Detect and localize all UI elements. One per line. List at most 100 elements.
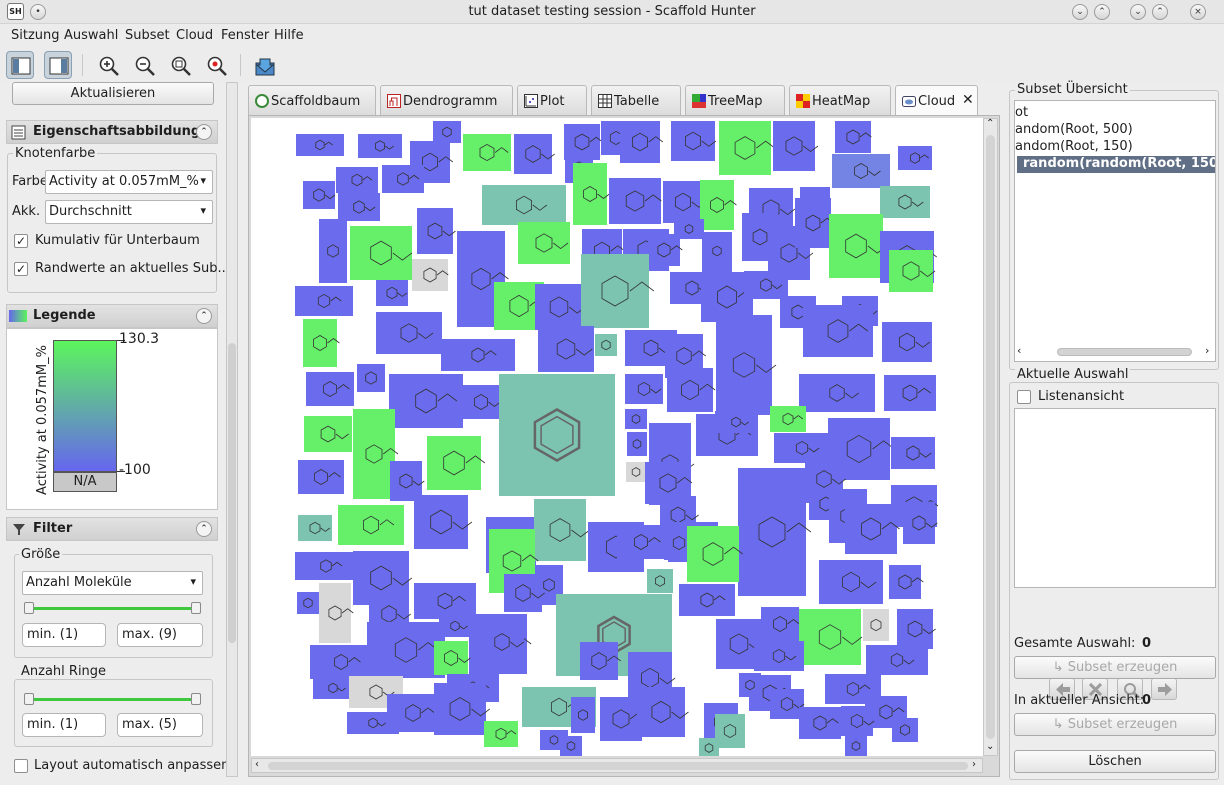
scaffold-node[interactable] xyxy=(687,526,743,582)
menu-sitzung[interactable]: Sitzung xyxy=(11,28,60,43)
tab-treemap[interactable]: TreeMap xyxy=(685,85,785,115)
scaffold-node[interactable] xyxy=(891,437,935,469)
scaffold-node[interactable] xyxy=(663,181,707,223)
collapse-icon[interactable]: ⌃ xyxy=(196,124,212,140)
scaffold-node[interactable] xyxy=(518,222,570,264)
scaffold-node[interactable] xyxy=(627,432,647,456)
edge-values-checkbox[interactable]: ✓ xyxy=(14,262,28,276)
scaffold-node[interactable] xyxy=(367,622,445,678)
scaffold-node[interactable] xyxy=(770,406,806,432)
scaffold-node[interactable] xyxy=(866,645,928,675)
scaffold-node[interactable] xyxy=(433,121,461,143)
scaffold-node[interactable] xyxy=(880,186,930,218)
scaffold-node[interactable] xyxy=(441,339,515,371)
cloud-canvas[interactable] xyxy=(251,118,983,756)
properties-section-header[interactable]: Eigenschaftsabbildung ⌃ xyxy=(6,120,218,144)
scaffold-node[interactable] xyxy=(538,326,594,372)
tab-scaffoldbaum[interactable]: Scaffoldbaum xyxy=(248,85,376,115)
color-select[interactable]: Activity at 0.057mM_% ▾ xyxy=(45,170,213,194)
scaffold-node[interactable] xyxy=(637,687,689,737)
scaffold-node[interactable] xyxy=(799,374,875,412)
scaffold-node[interactable] xyxy=(761,607,800,641)
list-view-checkbox[interactable] xyxy=(1017,390,1031,404)
scaffold-node[interactable] xyxy=(719,121,775,175)
view-split-icon[interactable] xyxy=(44,51,72,79)
scaffold-node[interactable] xyxy=(350,226,413,280)
size-slider-max-handle[interactable] xyxy=(191,602,201,614)
scaffold-node[interactable] xyxy=(706,240,728,262)
selection-list[interactable] xyxy=(1014,408,1216,588)
scaffold-node[interactable] xyxy=(799,609,863,665)
legend-section-header[interactable]: Legende ⌃ xyxy=(6,304,218,328)
scaffold-node[interactable] xyxy=(504,574,545,612)
rings-max-field[interactable]: max. (5) xyxy=(117,713,203,737)
scaffold-node[interactable] xyxy=(414,495,473,549)
scaffold-node[interactable] xyxy=(534,499,590,561)
scaffold-node[interactable] xyxy=(463,134,511,171)
minimize-icon[interactable]: ⌄ xyxy=(1130,4,1146,20)
subset-hscrollbar[interactable]: ‹ › xyxy=(1017,344,1213,359)
keep-above-icon[interactable]: ⌃ xyxy=(1094,4,1110,20)
menu-hilfe[interactable]: Hilfe xyxy=(274,28,304,43)
scaffold-node[interactable] xyxy=(319,583,354,643)
cumulative-checkbox[interactable]: ✓ xyxy=(14,234,28,248)
canvas-horizontal-scrollbar[interactable]: ‹ › xyxy=(251,758,983,773)
acc-select[interactable]: Durchschnitt ▾ xyxy=(45,200,213,224)
scaffold-node[interactable] xyxy=(819,560,883,604)
keep-below-icon[interactable]: ⌄ xyxy=(1072,4,1088,20)
scaffold-node[interactable] xyxy=(297,592,319,614)
menu-auswahl[interactable]: Auswahl xyxy=(64,28,118,43)
menu-cloud[interactable]: Cloud xyxy=(176,28,213,43)
scaffold-node[interactable] xyxy=(625,409,647,429)
size-slider-min-handle[interactable] xyxy=(24,602,34,614)
scaffold-node[interactable] xyxy=(832,154,890,188)
scaffold-node[interactable] xyxy=(376,280,408,306)
scaffold-node[interactable] xyxy=(595,334,617,356)
scaffold-node[interactable] xyxy=(889,250,936,292)
scaffold-node[interactable] xyxy=(295,552,357,580)
zoom-in-icon[interactable] xyxy=(94,51,122,79)
scaffold-node[interactable] xyxy=(716,315,777,415)
scaffold-node[interactable] xyxy=(882,322,932,362)
delete-button[interactable]: Löschen xyxy=(1014,750,1216,773)
scaffold-node[interactable] xyxy=(841,706,875,736)
scaffold-node[interactable] xyxy=(338,193,380,221)
rings-slider-max-handle[interactable] xyxy=(191,693,201,705)
scaffold-node[interactable] xyxy=(560,736,582,756)
scaffold-node[interactable] xyxy=(382,165,424,193)
scaffold-node[interactable] xyxy=(304,416,352,452)
scaffold-node[interactable] xyxy=(313,677,353,699)
scaffold-node[interactable] xyxy=(897,609,936,649)
collapse-icon[interactable]: ⌃ xyxy=(196,521,212,537)
left-panel-scroll-thumb[interactable] xyxy=(228,343,236,643)
scaffold-node[interactable] xyxy=(795,198,834,248)
scaffold-node[interactable] xyxy=(674,219,704,239)
zoom-out-icon[interactable] xyxy=(130,51,158,79)
menu-fenster[interactable]: Fenster xyxy=(221,28,269,43)
scaffold-node[interactable] xyxy=(376,312,442,354)
scaffold-node[interactable] xyxy=(803,305,873,357)
tab-plot[interactable]: Plot xyxy=(517,85,587,115)
subset-item-selected[interactable]: random(random(Root, 150), 50 xyxy=(1017,156,1215,173)
rings-slider-min-handle[interactable] xyxy=(24,693,34,705)
scroll-down-icon[interactable]: ⌄ xyxy=(986,741,994,752)
tab-heatmap[interactable]: HeatMap xyxy=(789,85,891,115)
scaffold-node[interactable] xyxy=(434,641,471,675)
scaffold-node[interactable] xyxy=(744,271,788,299)
view-sidebar-icon[interactable] xyxy=(6,51,34,79)
scaffold-node[interactable] xyxy=(700,180,737,230)
scaffold-node[interactable] xyxy=(298,460,344,494)
scaffold-node[interactable] xyxy=(535,284,586,330)
scaffold-node[interactable] xyxy=(427,436,486,490)
scaffold-cloud[interactable] xyxy=(251,118,983,756)
scaffold-node[interactable] xyxy=(671,121,717,161)
scaffold-node[interactable] xyxy=(480,623,524,661)
close-tab-icon[interactable]: ✕ xyxy=(962,92,974,108)
scaffold-node[interactable] xyxy=(620,121,664,163)
collapse-icon[interactable]: ⌃ xyxy=(196,308,212,324)
scaffold-node[interactable] xyxy=(754,641,804,671)
scaffold-node[interactable] xyxy=(889,565,924,599)
horizontal-scroll-thumb[interactable] xyxy=(268,762,968,770)
scaffold-node[interactable] xyxy=(625,374,663,404)
scaffold-node[interactable] xyxy=(571,697,595,733)
